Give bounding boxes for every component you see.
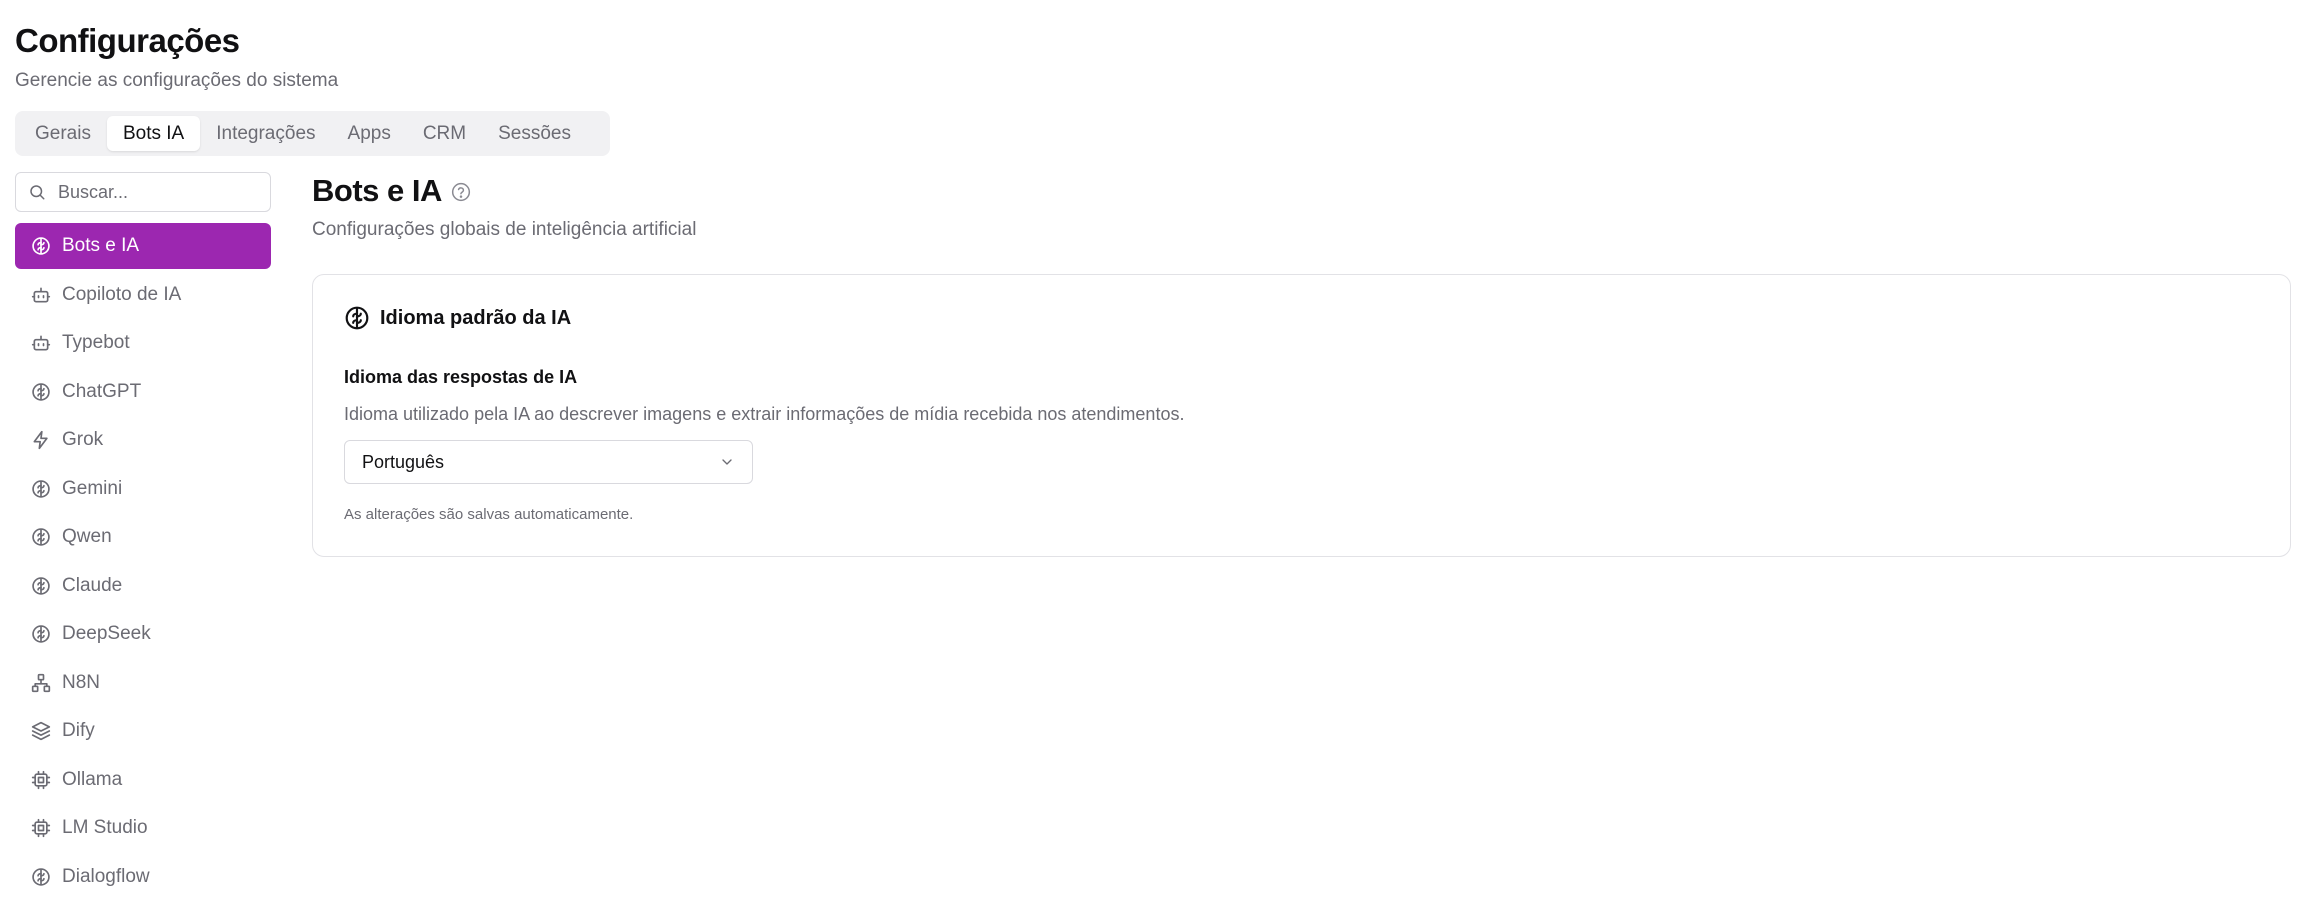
sidebar-nav: Bots e IA Copiloto de IA Typebot ChatGPT: [15, 223, 271, 902]
sidebar-item-typebot[interactable]: Typebot: [15, 320, 271, 366]
sidebar-item-grok[interactable]: Grok: [15, 417, 271, 463]
sidebar-item-n8n[interactable]: N8N: [15, 660, 271, 706]
sidebar-item-ollama[interactable]: Ollama: [15, 757, 271, 803]
tab-integracoes[interactable]: Integrações: [200, 116, 331, 151]
sidebar-item-gemini[interactable]: Gemini: [15, 466, 271, 512]
tab-sessoes[interactable]: Sessões: [482, 116, 587, 151]
bot-icon: [31, 333, 51, 353]
cpu-icon: [31, 770, 51, 790]
brain-icon: [31, 576, 51, 596]
sidebar-item-label: Qwen: [62, 526, 112, 547]
brain-icon: [31, 382, 51, 402]
sidebar-item-dialogflow[interactable]: Dialogflow: [15, 854, 271, 900]
brain-icon: [345, 306, 369, 330]
sidebar-item-label: DeepSeek: [62, 623, 151, 644]
sidebar-search: [15, 172, 271, 212]
section-title: Bots e IA: [312, 173, 442, 208]
card-header: Idioma padrão da IA: [344, 305, 571, 331]
page-title: Configurações: [15, 22, 240, 59]
language-select-value: Português: [362, 451, 445, 472]
sidebar-item-label: LM Studio: [62, 817, 148, 838]
ai-language-card: Idioma padrão da IA Idioma das respostas…: [312, 274, 2291, 557]
settings-page: Configurações Gerencie as configurações …: [0, 0, 2304, 923]
sidebar-item-qwen[interactable]: Qwen: [15, 514, 271, 560]
sidebar-item-label: ChatGPT: [62, 380, 142, 402]
page-subtitle: Gerencie as configurações do sistema: [15, 70, 339, 91]
settings-tabs: Gerais Bots IA Integrações Apps CRM Sess…: [15, 111, 610, 156]
sidebar-item-label: Grok: [62, 429, 104, 450]
tab-bots-ia[interactable]: Bots IA: [106, 116, 201, 151]
sidebar-item-label: Bots e IA: [62, 235, 140, 256]
tab-crm[interactable]: CRM: [407, 116, 482, 151]
sidebar-item-copiloto-de-ia[interactable]: Copiloto de IA: [15, 272, 271, 318]
sidebar-item-label: Copiloto de IA: [62, 283, 182, 305]
sidebar-item-claude[interactable]: Claude: [15, 563, 271, 609]
brain-icon: [31, 624, 51, 644]
sidebar-item-label: Gemini: [62, 477, 123, 499]
bot-icon: [31, 285, 51, 305]
field-label: Idioma das respostas de IA: [344, 367, 578, 387]
autosave-hint: As alterações são salvas automaticamente…: [344, 506, 634, 523]
search-icon: [30, 185, 45, 200]
brain-icon: [31, 479, 51, 499]
sidebar-item-label: N8N: [62, 671, 101, 693]
sidebar-item-label: Claude: [62, 574, 123, 596]
brain-icon: [31, 867, 51, 887]
card-title: Idioma padrão da IA: [380, 306, 572, 329]
network-icon: [31, 673, 51, 693]
sidebar-item-bots-e-ia[interactable]: Bots e IA: [15, 223, 271, 269]
section-subtitle: Configurações globais de inteligência ar…: [312, 219, 697, 240]
sidebar-item-chatgpt[interactable]: ChatGPT: [15, 369, 271, 415]
sidebar-item-label: Ollama: [62, 768, 123, 790]
chevron-down-icon: [722, 459, 732, 465]
zap-icon: [31, 430, 51, 450]
sidebar-item-label: Dialogflow: [62, 865, 150, 887]
tab-gerais[interactable]: Gerais: [19, 116, 107, 151]
sidebar-item-lm-studio[interactable]: LM Studio: [15, 805, 271, 851]
sidebar-item-label: Dify: [62, 720, 95, 741]
cpu-icon: [31, 818, 51, 838]
sidebar-item-deepseek[interactable]: DeepSeek: [15, 611, 271, 657]
sidebar-item-dify[interactable]: Dify: [15, 708, 271, 754]
layers-icon: [31, 721, 51, 741]
tab-apps[interactable]: Apps: [332, 116, 407, 151]
help-circle-icon[interactable]: [451, 182, 471, 202]
sidebar-item-label: Typebot: [62, 332, 130, 353]
language-select[interactable]: Português: [344, 440, 753, 484]
brain-icon: [31, 527, 51, 547]
search-input[interactable]: [56, 180, 256, 204]
field-description: Idioma utilizado pela IA ao descrever im…: [344, 404, 1185, 424]
brain-icon: [31, 236, 51, 256]
